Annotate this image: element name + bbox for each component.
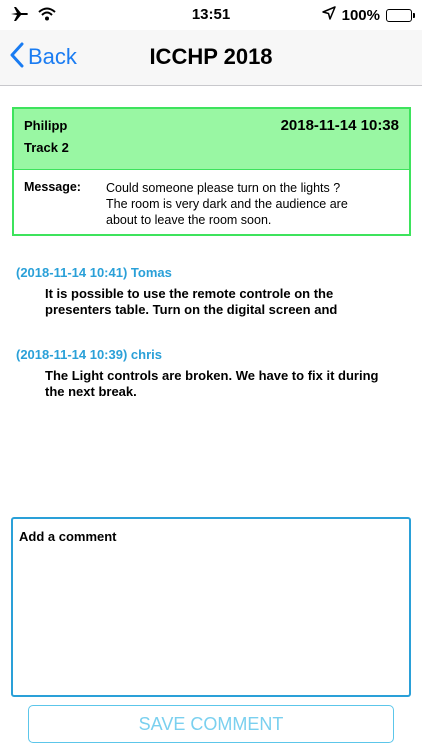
- message-header: Philipp Track 2 2018-11-14 10:38: [14, 109, 409, 170]
- battery-percent: 100%: [341, 6, 380, 24]
- screen: 13:51 100% Back ICCHP 2018 Philipp Track…: [0, 0, 422, 750]
- message-body: Message: Could someone please turn on th…: [14, 170, 409, 238]
- comment-text: It is possible to use the remote control…: [45, 286, 406, 318]
- message-card: Philipp Track 2 2018-11-14 10:38 Message…: [12, 107, 411, 236]
- message-text: Could someone please turn on the lights …: [106, 180, 348, 228]
- comment-line: the next break.: [45, 384, 137, 399]
- message-track: Track 2: [24, 140, 69, 155]
- message-date: 2018-11-14 10:38: [280, 117, 399, 134]
- comment-line: presenters table. Turn on the digital sc…: [45, 302, 338, 317]
- comment-input[interactable]: [11, 517, 411, 697]
- message-sender: Philipp: [24, 118, 68, 133]
- message-line: Could someone please turn on the lights …: [106, 181, 341, 195]
- battery-icon: [386, 8, 415, 22]
- comment-item: (2018-11-14 10:39) chris The Light contr…: [16, 347, 406, 400]
- navigation-bar: Back ICCHP 2018: [0, 30, 422, 86]
- message-label: Message:: [24, 180, 81, 194]
- comment-text: The Light controls are broken. We have t…: [45, 368, 406, 400]
- comment-line: It is possible to use the remote control…: [45, 286, 334, 301]
- status-right: 100%: [321, 6, 415, 24]
- comment-item: (2018-11-14 10:41) Tomas It is possible …: [16, 265, 406, 318]
- page-title: ICCHP 2018: [149, 44, 273, 69]
- location-arrow-icon: [321, 6, 336, 24]
- status-bar: 13:51 100%: [0, 0, 422, 30]
- message-line: The room is very dark and the audience a…: [106, 197, 348, 211]
- comment-header: (2018-11-14 10:39) chris: [16, 347, 162, 362]
- comment-line: The Light controls are broken. We have t…: [45, 368, 379, 383]
- save-comment-button[interactable]: SAVE COMMENT: [28, 705, 394, 743]
- message-line: about to leave the room soon.: [106, 213, 272, 227]
- comment-header: (2018-11-14 10:41) Tomas: [16, 265, 172, 280]
